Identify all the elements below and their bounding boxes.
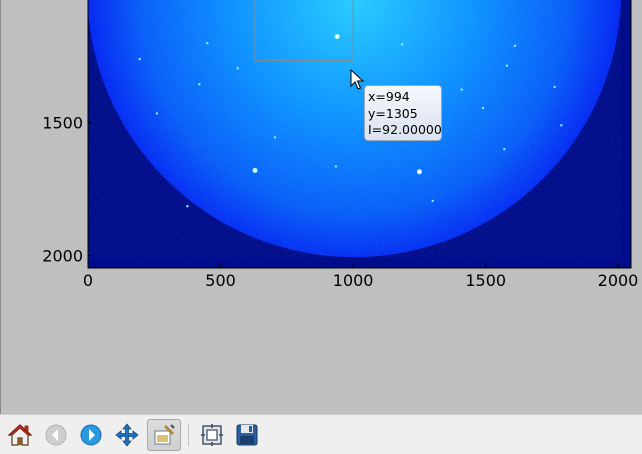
zoom-button[interactable]	[147, 419, 181, 451]
bragg-spot	[334, 165, 338, 168]
navigation-toolbar	[0, 414, 642, 454]
bragg-spot	[400, 43, 404, 46]
bragg-spot	[273, 136, 277, 139]
move-arrows-icon	[115, 423, 139, 447]
forward-arrow-icon	[80, 424, 102, 446]
x-tick-label: 1000	[333, 271, 374, 290]
bragg-spot	[503, 148, 506, 151]
y-tick-label: 2000	[42, 246, 83, 265]
tooltip-y: y=1305	[368, 105, 418, 121]
back-arrow-icon	[45, 424, 67, 446]
forward-button[interactable]	[74, 419, 108, 451]
bragg-spot	[206, 41, 209, 45]
zoom-rect-icon	[154, 424, 175, 445]
bragg-spot	[513, 44, 517, 48]
bragg-spot	[186, 205, 189, 208]
tooltip-x: x=994	[368, 89, 410, 104]
pan-button[interactable]	[110, 419, 144, 451]
bragg-spot	[553, 85, 556, 89]
bragg-spot	[334, 33, 340, 40]
x-tick-label: 500	[205, 271, 236, 290]
toolbar-separator	[188, 424, 189, 446]
x-tick-label: 2000	[598, 271, 639, 290]
figure-canvas[interactable]: 0 500 1000 1500 2000 1500 2000 x=994 y=1305 I=…	[0, 0, 642, 414]
x-tick-label: 1500	[465, 271, 506, 290]
back-button[interactable]	[39, 419, 73, 451]
configure-subplots-button[interactable]	[195, 419, 229, 451]
bragg-spot	[198, 83, 201, 86]
bragg-spot	[155, 112, 159, 115]
bragg-spot	[505, 64, 509, 67]
x-tick-label: 0	[83, 271, 93, 290]
home-icon	[7, 424, 33, 446]
bragg-spot	[481, 106, 485, 110]
home-button[interactable]	[3, 419, 37, 451]
y-tick-label: 1500	[42, 114, 83, 133]
tooltip-intensity: I=92.00000	[368, 122, 442, 137]
subplots-icon	[201, 424, 223, 446]
bragg-spot	[236, 67, 240, 70]
save-button[interactable]	[230, 419, 264, 451]
bragg-spot	[560, 124, 563, 127]
bragg-spot	[138, 57, 141, 61]
plot-area[interactable]: 0 500 1000 1500 2000 1500 2000	[0, 0, 642, 414]
bragg-spot	[252, 167, 258, 174]
pixel-value-tooltip: x=994 y=1305 I=92.00000	[364, 85, 442, 141]
bragg-spot	[431, 199, 434, 203]
bragg-spot	[416, 169, 423, 175]
bragg-spot	[460, 88, 464, 91]
floppy-disk-icon	[236, 424, 258, 446]
